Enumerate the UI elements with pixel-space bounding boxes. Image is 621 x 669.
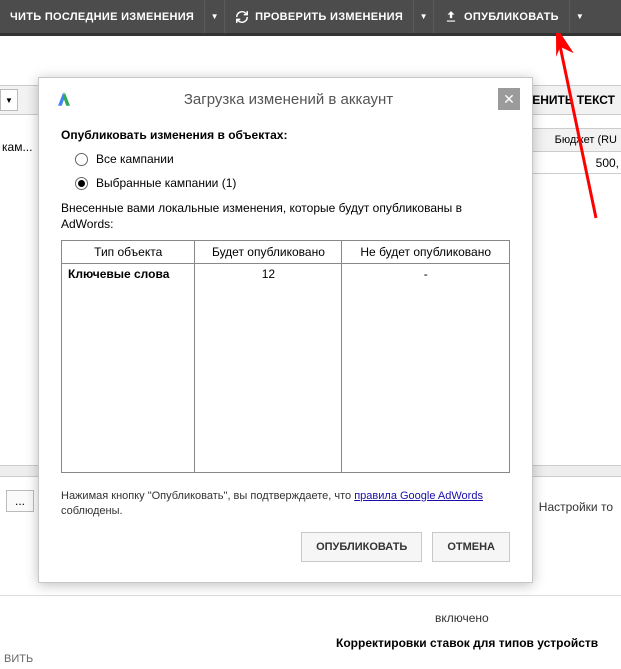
get-recent-changes-button[interactable]: ЧИТЬ ПОСЛЕДНИЕ ИЗМЕНЕНИЯ xyxy=(0,0,205,33)
table-header-row: Тип объекта Будет опубликовано Не будет … xyxy=(62,241,510,264)
bg-status-label: включено xyxy=(435,611,489,625)
adwords-policies-link[interactable]: правила Google AdWords xyxy=(354,490,483,502)
radio-all-campaigns[interactable]: Все кампании xyxy=(75,152,510,166)
radio-icon xyxy=(75,153,88,166)
bg-left-label: кам... xyxy=(2,140,32,154)
adwords-logo-icon xyxy=(55,90,73,108)
col-wont-publish: Не будет опубликовано xyxy=(342,241,510,264)
col-object-type: Тип объекта xyxy=(62,241,195,264)
caret-down-icon: ▼ xyxy=(576,12,584,21)
dialog-cancel-button[interactable]: ОТМЕНА xyxy=(432,532,510,562)
caret-down-icon: ▼ xyxy=(5,96,13,105)
device-bid-section-title: Корректировки ставок для типов устройств xyxy=(336,636,598,650)
dialog-titlebar: Загрузка изменений в аккаунт ✕ xyxy=(39,78,532,118)
toolbar-btn3-label: ОПУБЛИКОВАТЬ xyxy=(464,11,559,23)
radio-selected-icon xyxy=(75,177,88,190)
agree-pre: Нажимая кнопку "Опубликовать", вы подтве… xyxy=(61,490,354,502)
close-icon: ✕ xyxy=(503,92,515,106)
check-changes-dropdown[interactable]: ▼ xyxy=(414,0,434,33)
publish-scope-header: Опубликовать изменения в объектах: xyxy=(61,128,510,142)
cell-keywords-label: Ключевые слова xyxy=(62,264,195,285)
refresh-icon xyxy=(235,10,249,24)
caret-down-icon: ▼ xyxy=(420,12,428,21)
radio-selected-label: Выбранные кампании (1) xyxy=(96,176,236,190)
publish-button[interactable]: ОПУБЛИКОВАТЬ xyxy=(434,0,570,33)
changes-description: Внесенные вами локальные изменения, кото… xyxy=(61,200,510,232)
toolbar-btn1-label: ЧИТЬ ПОСЛЕДНИЕ ИЗМЕНЕНИЯ xyxy=(10,11,194,23)
agreement-text: Нажимая кнопку "Опубликовать", вы подтве… xyxy=(61,489,510,520)
radio-all-label: Все кампании xyxy=(96,152,174,166)
upload-icon xyxy=(444,10,458,24)
main-toolbar: ЧИТЬ ПОСЛЕДНИЕ ИЗМЕНЕНИЯ ▼ ПРОВЕРИТЬ ИЗМ… xyxy=(0,0,621,36)
dialog-body: Опубликовать изменения в объектах: Все к… xyxy=(39,118,532,582)
bg-settings-label: Настройки то xyxy=(539,500,613,514)
publish-dropdown[interactable]: ▼ xyxy=(570,0,590,33)
bg-dropdown-left[interactable]: ▼ xyxy=(0,89,18,111)
change-text-button[interactable]: ЕНИТЬ ТЕКСТ xyxy=(532,93,615,107)
budget-header-cell: Бюджет (RU xyxy=(531,128,621,152)
toolbar-btn2-label: ПРОВЕРИТЬ ИЗМЕНЕНИЯ xyxy=(255,11,403,23)
dialog-publish-button[interactable]: ОПУБЛИКОВАТЬ xyxy=(301,532,422,562)
cell-keywords-nopublish: - xyxy=(342,264,510,285)
caret-down-icon: ▼ xyxy=(211,12,219,21)
publish-dialog: Загрузка изменений в аккаунт ✕ Опубликов… xyxy=(38,77,533,583)
table-spacer xyxy=(62,284,510,472)
radio-selected-campaigns[interactable]: Выбранные кампании (1) xyxy=(75,176,510,190)
check-changes-button[interactable]: ПРОВЕРИТЬ ИЗМЕНЕНИЯ xyxy=(225,0,414,33)
bg-footer-left: ВИТЬ xyxy=(4,653,33,665)
changes-table: Тип объекта Будет опубликовано Не будет … xyxy=(61,240,510,473)
dialog-actions: ОПУБЛИКОВАТЬ ОТМЕНА xyxy=(61,532,510,568)
col-will-publish: Будет опубликовано xyxy=(195,241,342,264)
dialog-title: Загрузка изменений в аккаунт xyxy=(79,91,498,108)
tab-dots-label: ... xyxy=(15,494,25,508)
budget-value-cell: 500, xyxy=(531,152,621,174)
table-row: Ключевые слова 12 - xyxy=(62,264,510,285)
bg-divider-2 xyxy=(0,595,621,596)
bg-tab[interactable]: ... xyxy=(6,490,34,512)
get-recent-changes-dropdown[interactable]: ▼ xyxy=(205,0,225,33)
agree-post: соблюдены. xyxy=(61,505,123,517)
cell-keywords-publish: 12 xyxy=(195,264,342,285)
dialog-close-button[interactable]: ✕ xyxy=(498,88,520,110)
